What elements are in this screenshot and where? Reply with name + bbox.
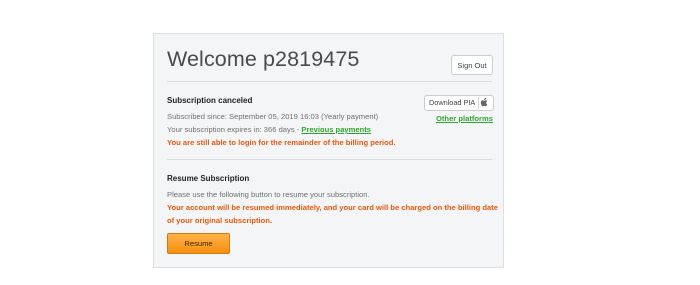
account-card: Welcome p2819475 Sign Out Subscription c… <box>153 33 504 268</box>
apple-icon <box>478 97 490 109</box>
billing-notice: You are still able to login for the rema… <box>167 138 396 147</box>
other-platforms-link[interactable]: Other platforms <box>436 114 493 123</box>
sign-out-button[interactable]: Sign Out <box>451 55 493 75</box>
subscribed-since-text: Subscribed since: September 05, 2019 16:… <box>167 112 379 121</box>
download-label: Download PIA <box>429 98 476 107</box>
resume-button[interactable]: Resume <box>167 233 230 254</box>
resume-heading: Resume Subscription <box>167 174 250 183</box>
download-pia-button[interactable]: Download PIA <box>424 95 494 111</box>
resume-warning-line-1: Your account will be resumed immediately… <box>167 203 498 212</box>
subscription-status-heading: Subscription canceled <box>167 96 253 105</box>
divider <box>167 81 492 82</box>
other-platforms-label[interactable]: Other platforms <box>436 114 493 123</box>
resume-instructions: Please use the following button to resum… <box>167 190 370 199</box>
expiry-text: Your subscription expires in: 366 days -… <box>167 125 371 134</box>
expiry-prefix: Your subscription expires in: 366 days - <box>167 125 302 134</box>
page-title: Welcome p2819475 <box>167 47 360 71</box>
previous-payments-link[interactable]: Previous payments <box>301 125 371 134</box>
divider <box>167 159 492 160</box>
resume-warning-line-2: of your original subscription. <box>167 216 273 225</box>
